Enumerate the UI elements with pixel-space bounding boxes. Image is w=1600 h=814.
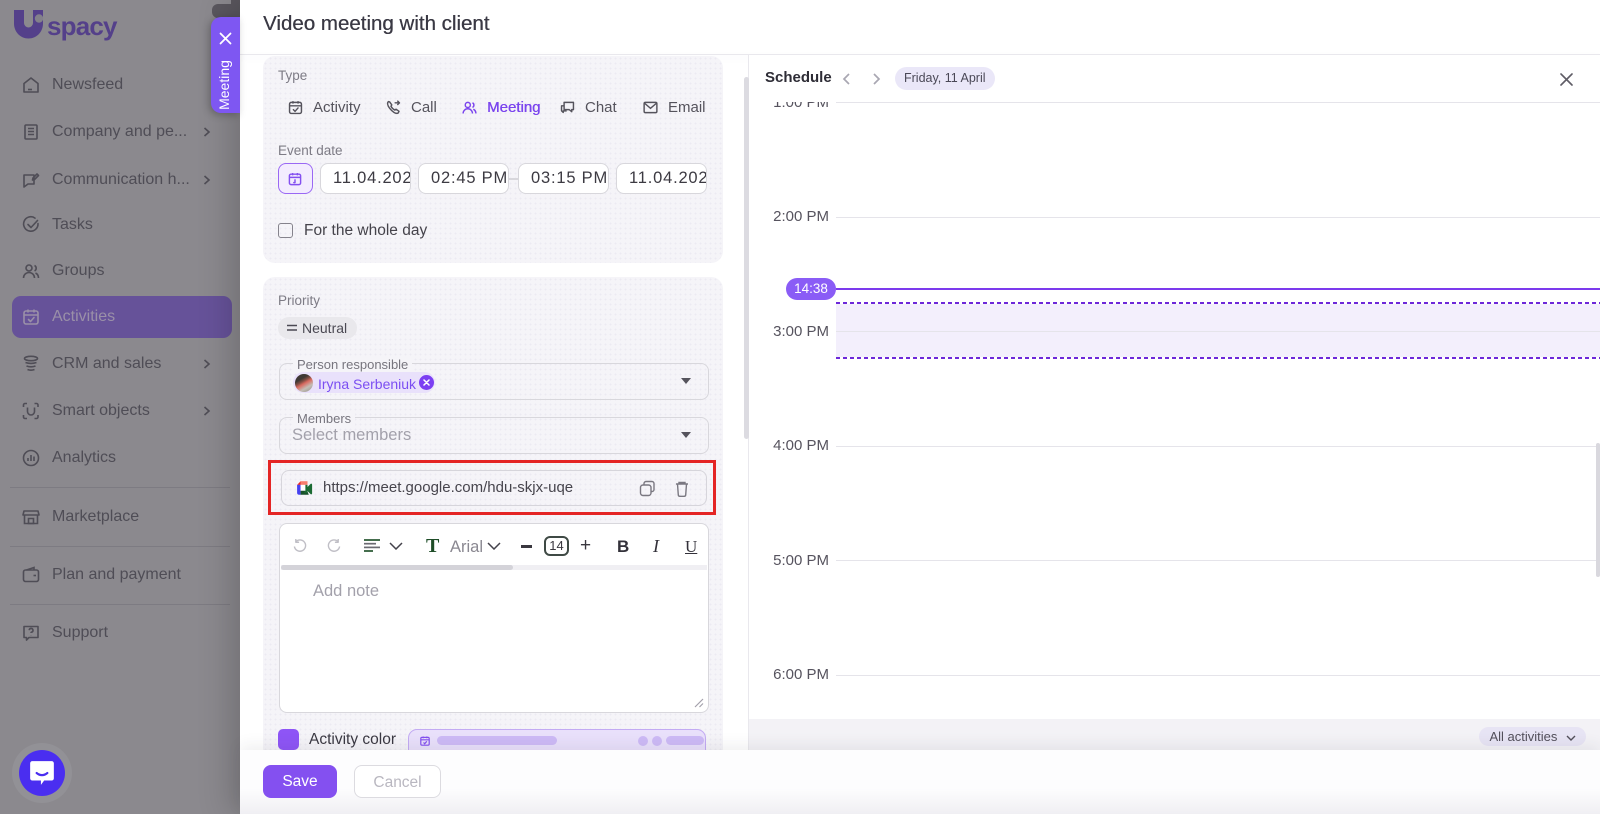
svg-text:spacy: spacy	[47, 11, 118, 41]
